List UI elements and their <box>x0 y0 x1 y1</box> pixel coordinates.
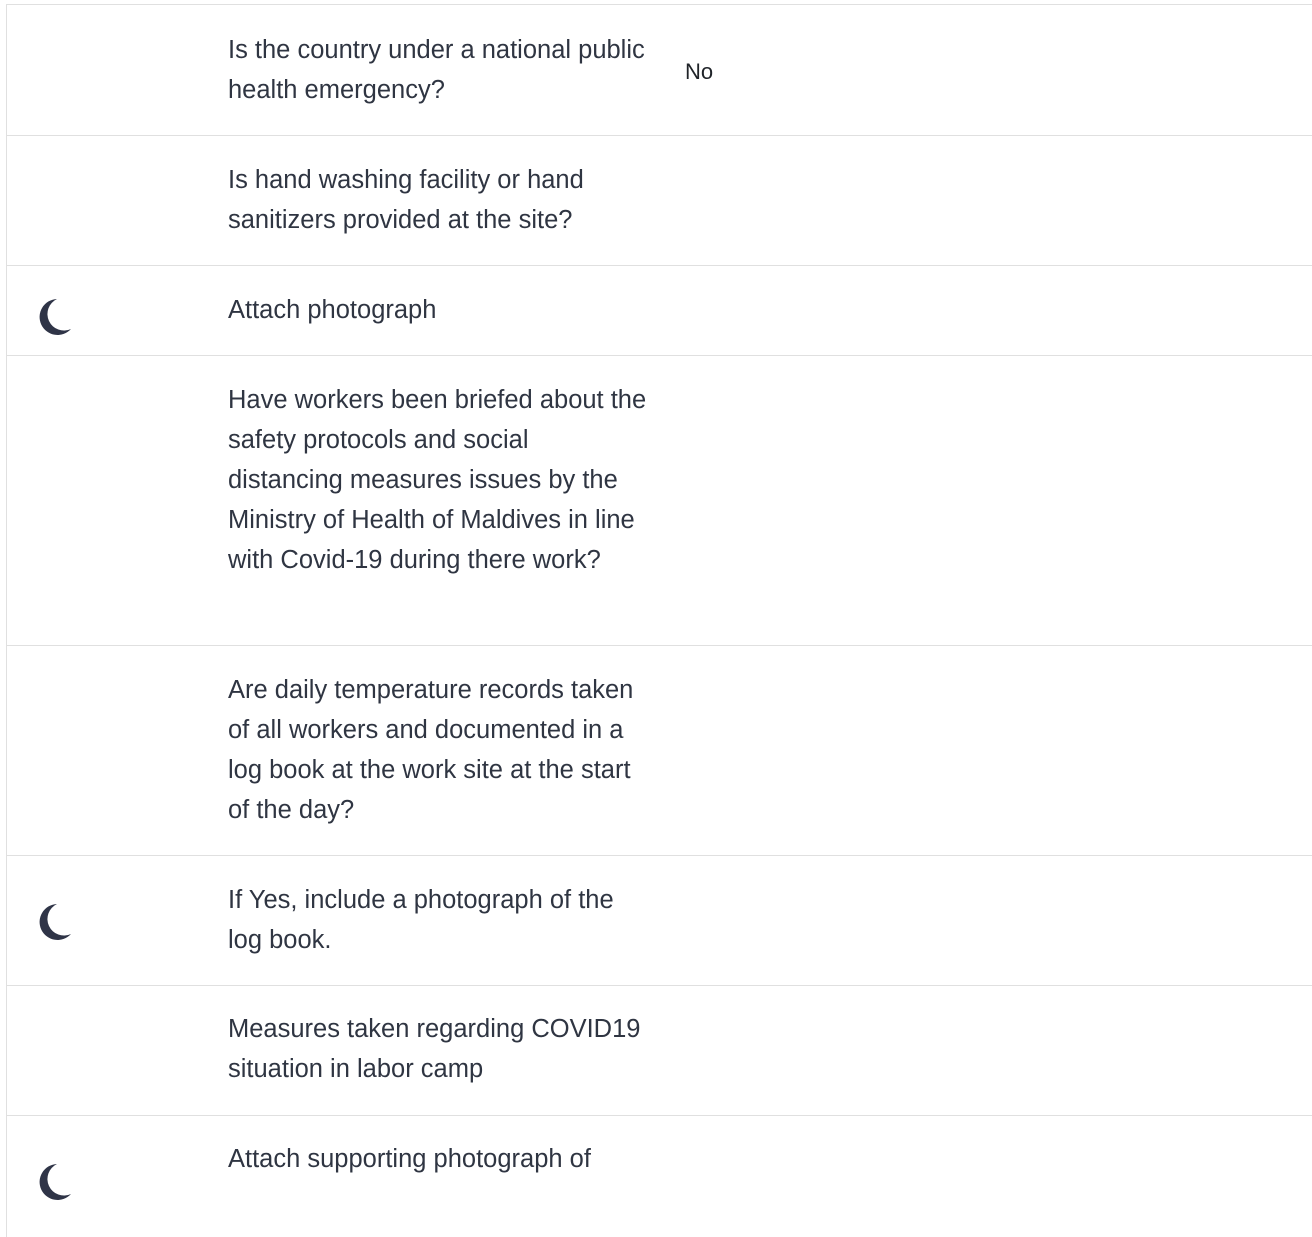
moon-icon[interactable] <box>33 297 73 337</box>
question-label: Is the country under a national public h… <box>228 36 645 104</box>
question-label: Attach supporting photograph of <box>228 1145 591 1173</box>
answer-value: No <box>685 59 714 84</box>
question-label: Measures taken regarding COVID19 situati… <box>228 1015 641 1083</box>
question-label: Have workers been briefed about the safe… <box>228 386 647 574</box>
table-row: Have workers been briefed about the safe… <box>7 356 1312 646</box>
question-label: If Yes, include a photograph of the log … <box>228 886 614 954</box>
moon-icon[interactable] <box>33 902 73 942</box>
question-label: Attach photograph <box>228 296 437 324</box>
table-row: Attach supporting photograph of <box>7 1116 1312 1237</box>
table-row: Is the country under a national public h… <box>7 5 1312 136</box>
table-row: Is hand washing facility or hand sanitiz… <box>7 136 1312 266</box>
table-row: If Yes, include a photograph of the log … <box>7 856 1312 986</box>
question-label: Is hand washing facility or hand sanitiz… <box>228 166 584 234</box>
inspection-table: Is the country under a national public h… <box>6 4 1312 1237</box>
moon-icon[interactable] <box>33 1162 73 1202</box>
table-row: Measures taken regarding COVID19 situati… <box>7 986 1312 1116</box>
table-row: Are daily temperature records taken of a… <box>7 646 1312 856</box>
question-label: Are daily temperature records taken of a… <box>228 676 634 824</box>
table-row: Attach photograph <box>7 266 1312 356</box>
